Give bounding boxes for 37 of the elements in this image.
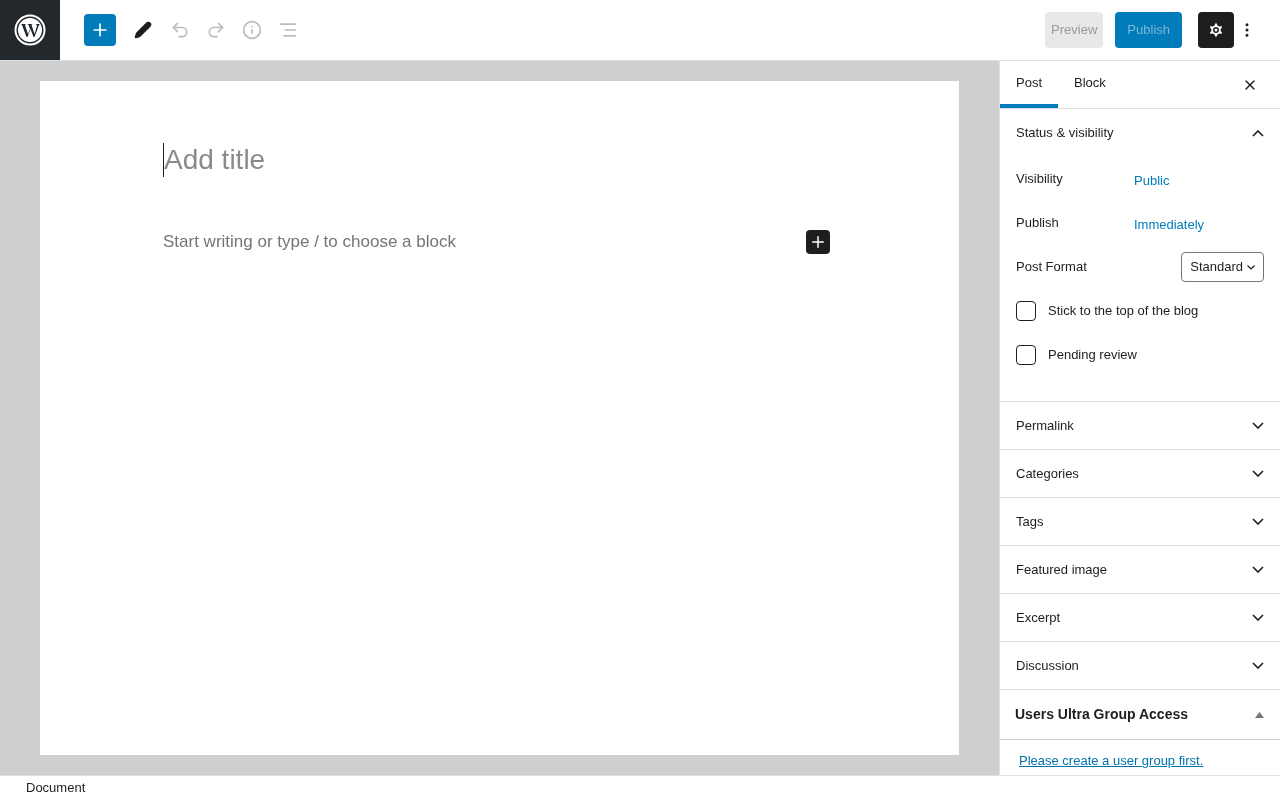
chevron-down-icon (1252, 614, 1264, 621)
panel-header[interactable]: Excerpt (1000, 594, 1280, 642)
checkbox-label: Pending review (1048, 346, 1137, 365)
chevron-down-icon (1252, 422, 1264, 429)
panel-header[interactable]: Status & visibility (1000, 109, 1280, 157)
chevron-down-icon (1247, 264, 1255, 270)
sidebar-tab[interactable]: Post (1000, 61, 1058, 108)
chevron-down-icon (1252, 662, 1264, 669)
field-value-link[interactable]: Public (1134, 171, 1170, 191)
field-label: Publish (1016, 214, 1060, 233)
wordpress-logo[interactable] (0, 0, 60, 60)
breadcrumb[interactable]: Document (26, 778, 86, 798)
panel-header[interactable]: Featured image (1000, 546, 1280, 594)
edit-icon[interactable] (134, 21, 152, 39)
chevron-down-icon (1252, 566, 1264, 573)
sidebar-tab[interactable]: Block (1058, 61, 1122, 108)
chevron-down-icon (1252, 470, 1264, 477)
panel-header[interactable]: Discussion (1000, 642, 1280, 690)
settings-button[interactable] (1198, 12, 1234, 48)
field-label: Post Format (1016, 258, 1087, 277)
add-block-button[interactable] (806, 229, 830, 254)
panel-header[interactable]: Categories (1000, 450, 1280, 498)
checkbox[interactable] (1016, 301, 1036, 321)
create-group-link[interactable]: Please create a user group first. (1019, 753, 1204, 768)
checkbox-label: Stick to the top of the blog (1048, 302, 1199, 321)
triangle-icon (1255, 711, 1264, 718)
panel-header[interactable]: Permalink (1000, 402, 1280, 450)
settings-icon (1207, 21, 1225, 39)
chevron-up-icon (1252, 129, 1264, 137)
chevron-down-icon (1252, 518, 1264, 525)
panel-header[interactable]: Tags (1000, 498, 1280, 546)
metabox-header[interactable]: Users Ultra Group Access (1000, 690, 1280, 740)
field-value-link[interactable]: Immediately (1134, 215, 1205, 235)
checkbox[interactable] (1016, 345, 1036, 365)
field-label: Visibility (1016, 170, 1064, 189)
post-format-select[interactable]: Standard (1181, 252, 1264, 282)
body-placeholder[interactable]: Start writing or type / to choose a block (163, 229, 456, 255)
